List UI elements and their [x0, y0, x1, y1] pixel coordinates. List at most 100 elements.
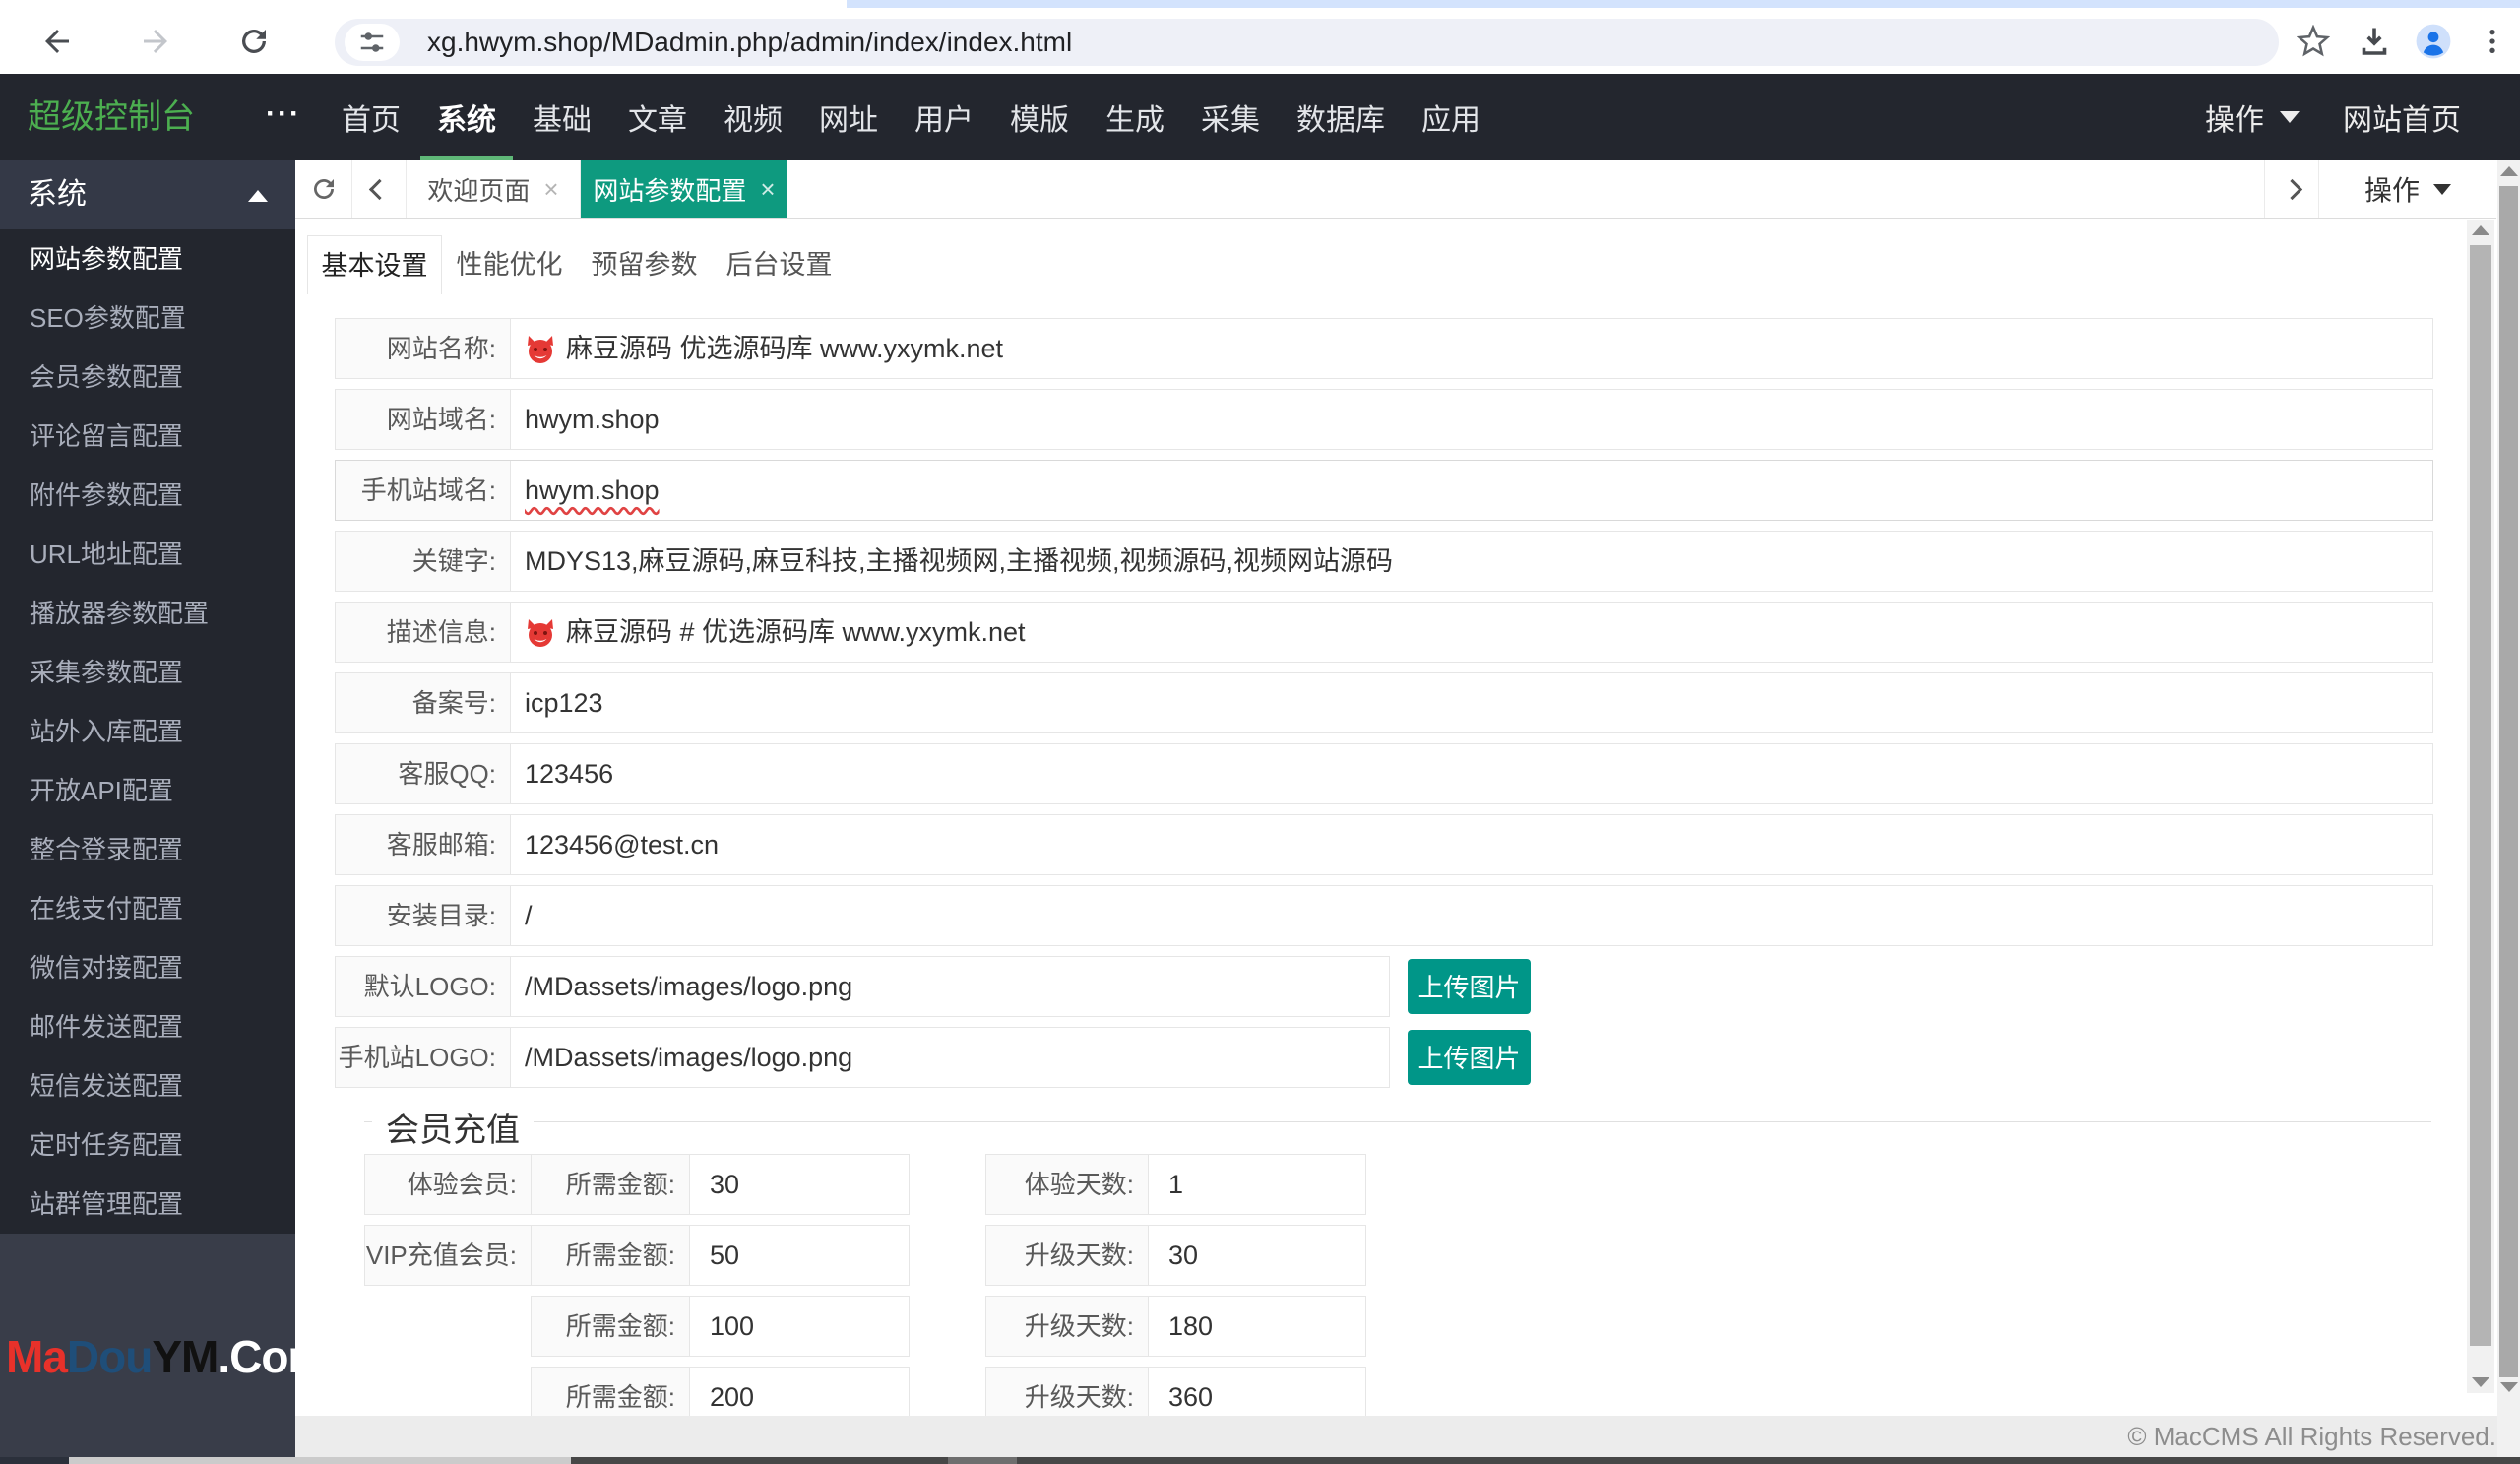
site-home-link[interactable]: 网站首页 [2343, 95, 2461, 139]
horizontal-scrollbar[interactable] [0, 1457, 2520, 1464]
url-text[interactable]: xg.hwym.shop/MDadmin.php/admin/index/ind… [427, 19, 1072, 66]
member-row: 所需金额: 100 [531, 1296, 910, 1357]
browser-menu-icon[interactable] [2473, 22, 2512, 61]
chevron-left-icon [368, 178, 390, 200]
days-input[interactable]: 180 [1149, 1297, 1365, 1356]
horizontal-scrollbar-segment [948, 1457, 1017, 1464]
browser-scrollbar[interactable] [2497, 160, 2520, 1457]
tabbar-action-dropdown[interactable]: 操作 [2319, 160, 2496, 218]
sidebar-item-open-api-config[interactable]: 开放API配置 [0, 761, 295, 820]
nav-item-collect[interactable]: 采集 [1201, 74, 1260, 160]
tabbar-prev-icon[interactable] [352, 160, 407, 218]
sidebar-item-url-config[interactable]: URL地址配置 [0, 525, 295, 584]
nav-item-article[interactable]: 文章 [628, 74, 687, 160]
amount-input[interactable]: 100 [690, 1297, 909, 1356]
subtab-reserved[interactable]: 预留参数 [577, 235, 712, 294]
nav-more-button[interactable]: ··· [266, 74, 301, 160]
forward-icon[interactable] [136, 22, 175, 61]
sidebar-item-cron-config[interactable]: 定时任务配置 [0, 1115, 295, 1175]
sidebar-item-sms-config[interactable]: 短信发送配置 [0, 1056, 295, 1115]
sidebar-item-wechat-config[interactable]: 微信对接配置 [0, 938, 295, 997]
tabbar-refresh-icon[interactable] [295, 160, 352, 218]
header-right: 操作 网站首页 [2205, 74, 2461, 160]
mobile-logo-input[interactable]: /MDassets/images/logo.png [525, 1028, 1379, 1087]
form-row-email: 客服邮箱: 123456@test.cn [335, 814, 2433, 875]
site-name-input[interactable]: 麻豆源码 优选源码库 www.yxymk.net [525, 319, 2423, 378]
sidebar-item-login-config[interactable]: 整合登录配置 [0, 820, 295, 879]
tabbar-next-icon[interactable] [2264, 160, 2319, 218]
nav-item-app[interactable]: 应用 [1421, 74, 1480, 160]
bookmark-star-icon[interactable] [2294, 22, 2333, 61]
nav-item-system[interactable]: 系统 [420, 74, 513, 160]
omnibox[interactable]: xg.hwym.shop/MDadmin.php/admin/index/ind… [335, 19, 2279, 66]
field-label: 默认LOGO: [336, 957, 511, 1016]
tab-welcome[interactable]: 欢迎页面 × [407, 160, 581, 218]
profile-avatar-icon[interactable] [2414, 22, 2453, 61]
back-icon[interactable] [37, 22, 77, 61]
site-settings-icon[interactable] [345, 24, 400, 61]
upload-mobile-logo-button[interactable]: 上传图片 [1408, 1030, 1531, 1085]
days-input[interactable]: 1 [1149, 1155, 1365, 1214]
days-input[interactable]: 30 [1149, 1226, 1365, 1285]
install-dir-input[interactable]: / [525, 886, 2423, 945]
chevron-up-icon [248, 190, 268, 202]
tab-site-params[interactable]: 网站参数配置 × [581, 160, 788, 218]
site-domain-input[interactable]: hwym.shop [525, 390, 2423, 449]
field-label: 安装目录: [336, 886, 511, 945]
description-input[interactable]: 麻豆源码 # 优选源码库 www.yxymk.net [525, 603, 2423, 662]
subtab-basic[interactable]: 基本设置 [307, 235, 442, 294]
amount-input[interactable]: 50 [690, 1226, 909, 1285]
nav-item-generate[interactable]: 生成 [1105, 74, 1165, 160]
nav-item-website[interactable]: 网址 [819, 74, 878, 160]
amount-input[interactable]: 200 [690, 1368, 909, 1416]
default-logo-input[interactable]: /MDassets/images/logo.png [525, 957, 1379, 1016]
subtab-backend[interactable]: 后台设置 [712, 235, 847, 294]
close-icon[interactable]: × [760, 174, 775, 205]
sidebar-item-member-params[interactable]: 会员参数配置 [0, 348, 295, 407]
sidebar-item-sitegroup-config[interactable]: 站群管理配置 [0, 1175, 295, 1234]
sidebar-section-system[interactable]: 系统 [0, 160, 295, 229]
days-input[interactable]: 360 [1149, 1368, 1365, 1416]
sidebar-item-comment-config[interactable]: 评论留言配置 [0, 407, 295, 466]
amount-input[interactable]: 30 [690, 1155, 909, 1214]
sidebar-item-email-config[interactable]: 邮件发送配置 [0, 997, 295, 1056]
reload-icon[interactable] [234, 22, 274, 61]
service-qq-input[interactable]: 123456 [525, 744, 2423, 803]
sidebar-item-payment-config[interactable]: 在线支付配置 [0, 879, 295, 938]
keywords-input[interactable]: MDYS13,麻豆源码,麻豆科技,主播视频网,主播视频,视频源码,视频网站源码 [525, 532, 2423, 591]
field-label: 关键字: [336, 532, 511, 591]
download-icon[interactable] [2355, 22, 2394, 61]
sidebar-item-seo-params[interactable]: SEO参数配置 [0, 288, 295, 348]
scroll-down-icon[interactable] [2472, 1377, 2489, 1387]
scroll-down-icon[interactable] [2499, 1382, 2518, 1392]
service-email-input[interactable]: 123456@test.cn [525, 815, 2423, 874]
mobile-domain-input[interactable]: hwym.shop [525, 461, 2423, 520]
nav-item-database[interactable]: 数据库 [1296, 74, 1385, 160]
nav-item-basic[interactable]: 基础 [533, 74, 592, 160]
content-scrollbar-thumb[interactable] [2470, 245, 2491, 1346]
amount-label: 所需金额: [532, 1226, 690, 1285]
nav-item-user[interactable]: 用户 [914, 74, 974, 160]
content-scrollbar[interactable] [2467, 220, 2494, 1393]
tab-label: 欢迎页面 [427, 175, 531, 206]
nav-item-home[interactable]: 首页 [342, 74, 401, 160]
days-label: 升级天数: [986, 1226, 1149, 1285]
field-label: 备案号: [336, 673, 511, 732]
scroll-up-icon[interactable] [2472, 225, 2489, 235]
sidebar-item-offsite-config[interactable]: 站外入库配置 [0, 702, 295, 761]
close-icon[interactable]: × [543, 174, 558, 205]
member-row: VIP充值会员: 所需金额: 50 [364, 1225, 910, 1286]
browser-scrollbar-thumb[interactable] [2499, 186, 2518, 1377]
sidebar-item-attachment-config[interactable]: 附件参数配置 [0, 466, 295, 525]
sidebar-item-player-config[interactable]: 播放器参数配置 [0, 584, 295, 643]
scroll-up-icon[interactable] [2499, 166, 2518, 176]
nav-item-video[interactable]: 视频 [724, 74, 783, 160]
nav-item-template[interactable]: 模版 [1010, 74, 1069, 160]
subtab-performance[interactable]: 性能优化 [442, 235, 577, 294]
upload-default-logo-button[interactable]: 上传图片 [1408, 959, 1531, 1014]
header-action-dropdown[interactable]: 操作 [2205, 95, 2300, 139]
sidebar-item-site-params[interactable]: 网站参数配置 [0, 229, 295, 288]
icp-input[interactable]: icp123 [525, 673, 2423, 732]
sidebar-item-collect-config[interactable]: 采集参数配置 [0, 643, 295, 702]
horizontal-scrollbar-thumb[interactable] [69, 1457, 571, 1464]
